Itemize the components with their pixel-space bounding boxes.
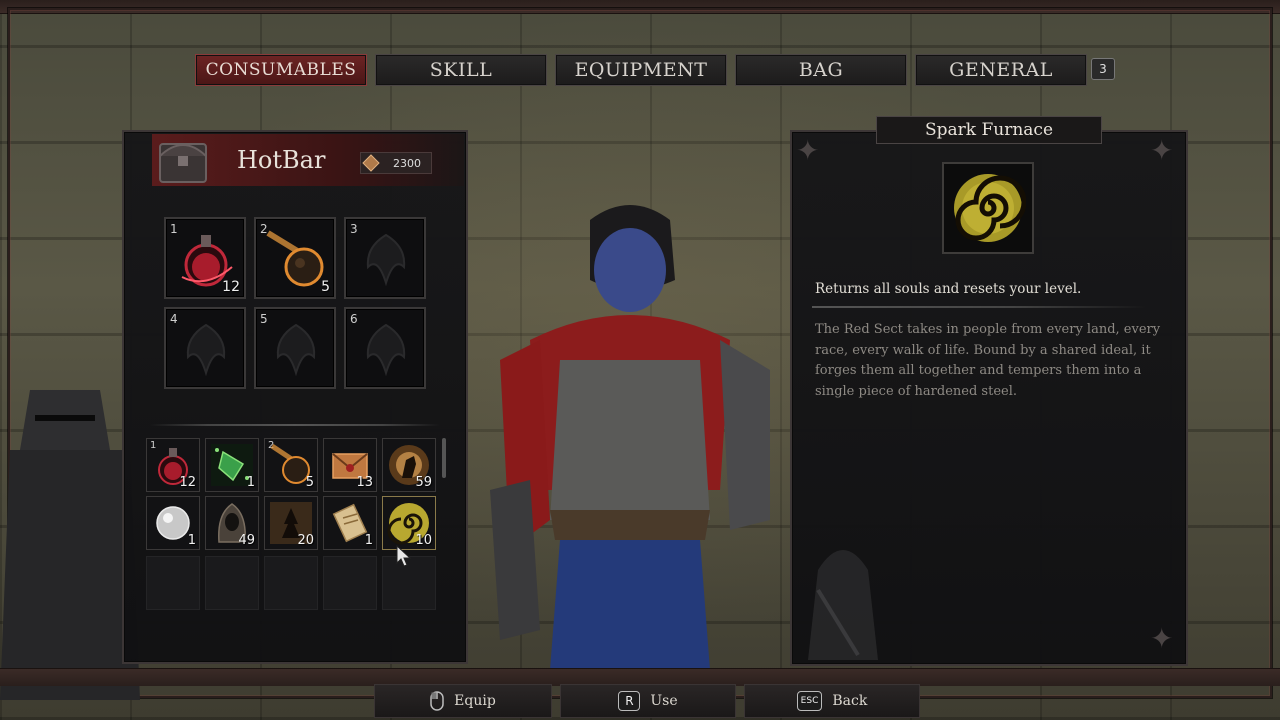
item-name: Spark Furnace (876, 116, 1102, 144)
use-prompt[interactable]: R Use (560, 684, 736, 718)
item-count: 1 (246, 475, 255, 490)
inventory-slot[interactable]: 59 (382, 438, 436, 492)
ornament-corner-icon: ✦ (1150, 134, 1174, 167)
tab-bag[interactable]: BAG (735, 54, 907, 86)
empty-slot-emblem-icon (186, 323, 226, 377)
empty-slot-emblem-icon (366, 233, 406, 287)
inventory-slot-empty[interactable] (146, 556, 200, 610)
item-count: 5 (305, 475, 314, 490)
gargoyle-statue (808, 550, 878, 660)
esc-key-icon: ESC (796, 691, 823, 711)
inventory-scrollbar[interactable] (442, 438, 446, 478)
spark-furnace-spiral-icon (954, 174, 1026, 242)
inventory-slot-empty[interactable] (264, 556, 318, 610)
player-character (490, 205, 770, 670)
item-count: 10 (415, 533, 432, 548)
tab-skill[interactable]: SKILL (375, 54, 547, 86)
hotbar-slot-3[interactable]: 3 (344, 217, 426, 299)
slot-count: 12 (222, 279, 240, 295)
equip-prompt[interactable]: Equip (374, 684, 552, 718)
item-icon-frame (942, 162, 1034, 254)
category-tabs: CONSUMABLES SKILL EQUIPMENT BAG GENERAL (195, 54, 1087, 86)
inventory-slot-empty[interactable] (323, 556, 377, 610)
next-tab-key-badge: 3 (1091, 58, 1115, 80)
tab-consumables[interactable]: CONSUMABLES (195, 54, 367, 86)
item-count: 20 (297, 533, 314, 548)
slot-count: 5 (321, 279, 330, 295)
back-label: Back (832, 693, 868, 709)
back-prompt[interactable]: ESC Back (744, 684, 920, 718)
inventory-slot-empty[interactable] (205, 556, 259, 610)
inventory-slot[interactable]: 1 12 (146, 438, 200, 492)
hotbar-slot-4[interactable]: 4 (164, 307, 246, 389)
knight-statue (0, 390, 140, 700)
panel-divider (150, 424, 440, 426)
action-prompts: Equip R Use ESC Back (374, 684, 920, 718)
item-separator (812, 306, 1146, 308)
hotbar-slot-2[interactable]: 2 5 (254, 217, 336, 299)
empty-slot-emblem-icon (276, 323, 316, 377)
item-count: 1 (187, 533, 196, 548)
inventory-slot[interactable]: 2 5 (264, 438, 318, 492)
item-lore-text: The Red Sect takes in people from every … (815, 322, 1161, 399)
r-key-icon: R (618, 691, 641, 711)
tab-equipment[interactable]: EQUIPMENT (555, 54, 727, 86)
soul-currency-icon (362, 154, 380, 172)
inventory-slot[interactable]: 13 (323, 438, 377, 492)
inventory-slot[interactable]: 10 (382, 496, 436, 550)
item-count: 49 (238, 533, 255, 548)
item-count: 13 (356, 475, 373, 490)
inventory-slot[interactable]: 49 (205, 496, 259, 550)
hotbar-slot-1[interactable]: 1 12 (164, 217, 246, 299)
ornament-corner-icon: ✦ (796, 134, 820, 167)
hotbar-slot-5[interactable]: 5 (254, 307, 336, 389)
inventory-slot[interactable]: 20 (264, 496, 318, 550)
top-frame-band (0, 0, 1280, 14)
tab-general[interactable]: GENERAL (915, 54, 1087, 86)
equip-label: Equip (454, 693, 496, 709)
item-count: 12 (179, 475, 196, 490)
mouse-icon (430, 691, 444, 711)
empty-slot-emblem-icon (366, 323, 406, 377)
hotbar-slot-6[interactable]: 6 (344, 307, 426, 389)
inventory-slot[interactable]: 1 (146, 496, 200, 550)
item-count: 59 (415, 475, 432, 490)
chest-icon (159, 143, 207, 183)
item-count: 1 (364, 533, 373, 548)
hotbar-title: HotBar (237, 146, 326, 174)
mouse-cursor-icon (396, 545, 412, 567)
inventory-slot[interactable]: 1 (323, 496, 377, 550)
meteor-stone-icon (266, 230, 324, 287)
item-effect-text: Returns all souls and resets your level. (815, 281, 1082, 297)
ornament-corner-icon: ✦ (1150, 622, 1174, 655)
use-label: Use (650, 693, 678, 709)
inventory-slot[interactable]: 1 (205, 438, 259, 492)
